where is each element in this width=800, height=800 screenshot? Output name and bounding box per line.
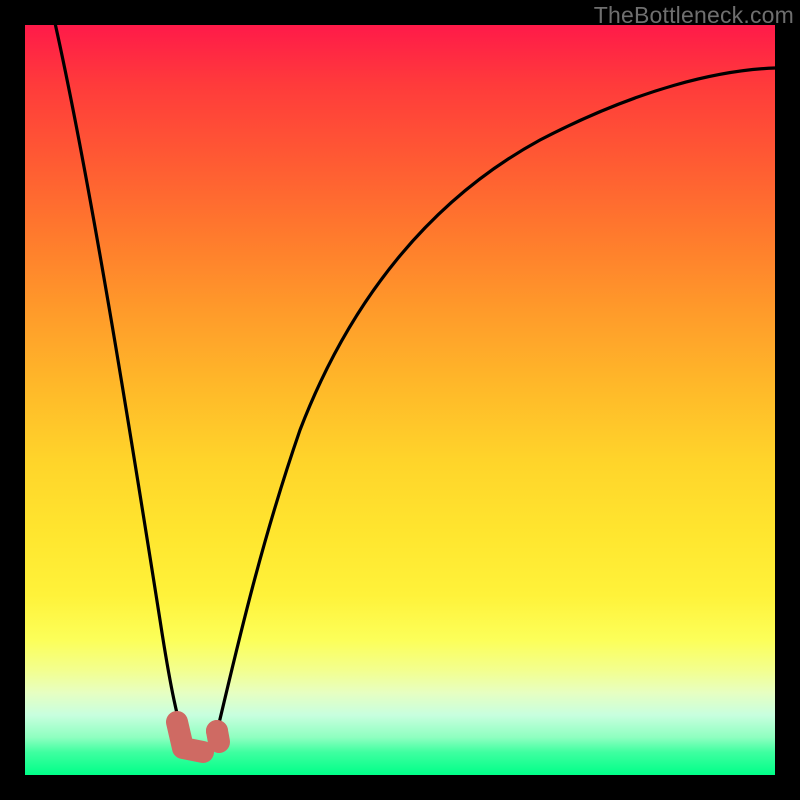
chart-stage: TheBottleneck.com xyxy=(0,0,800,800)
gradient-panel xyxy=(25,25,775,775)
watermark-text: TheBottleneck.com xyxy=(594,2,794,29)
